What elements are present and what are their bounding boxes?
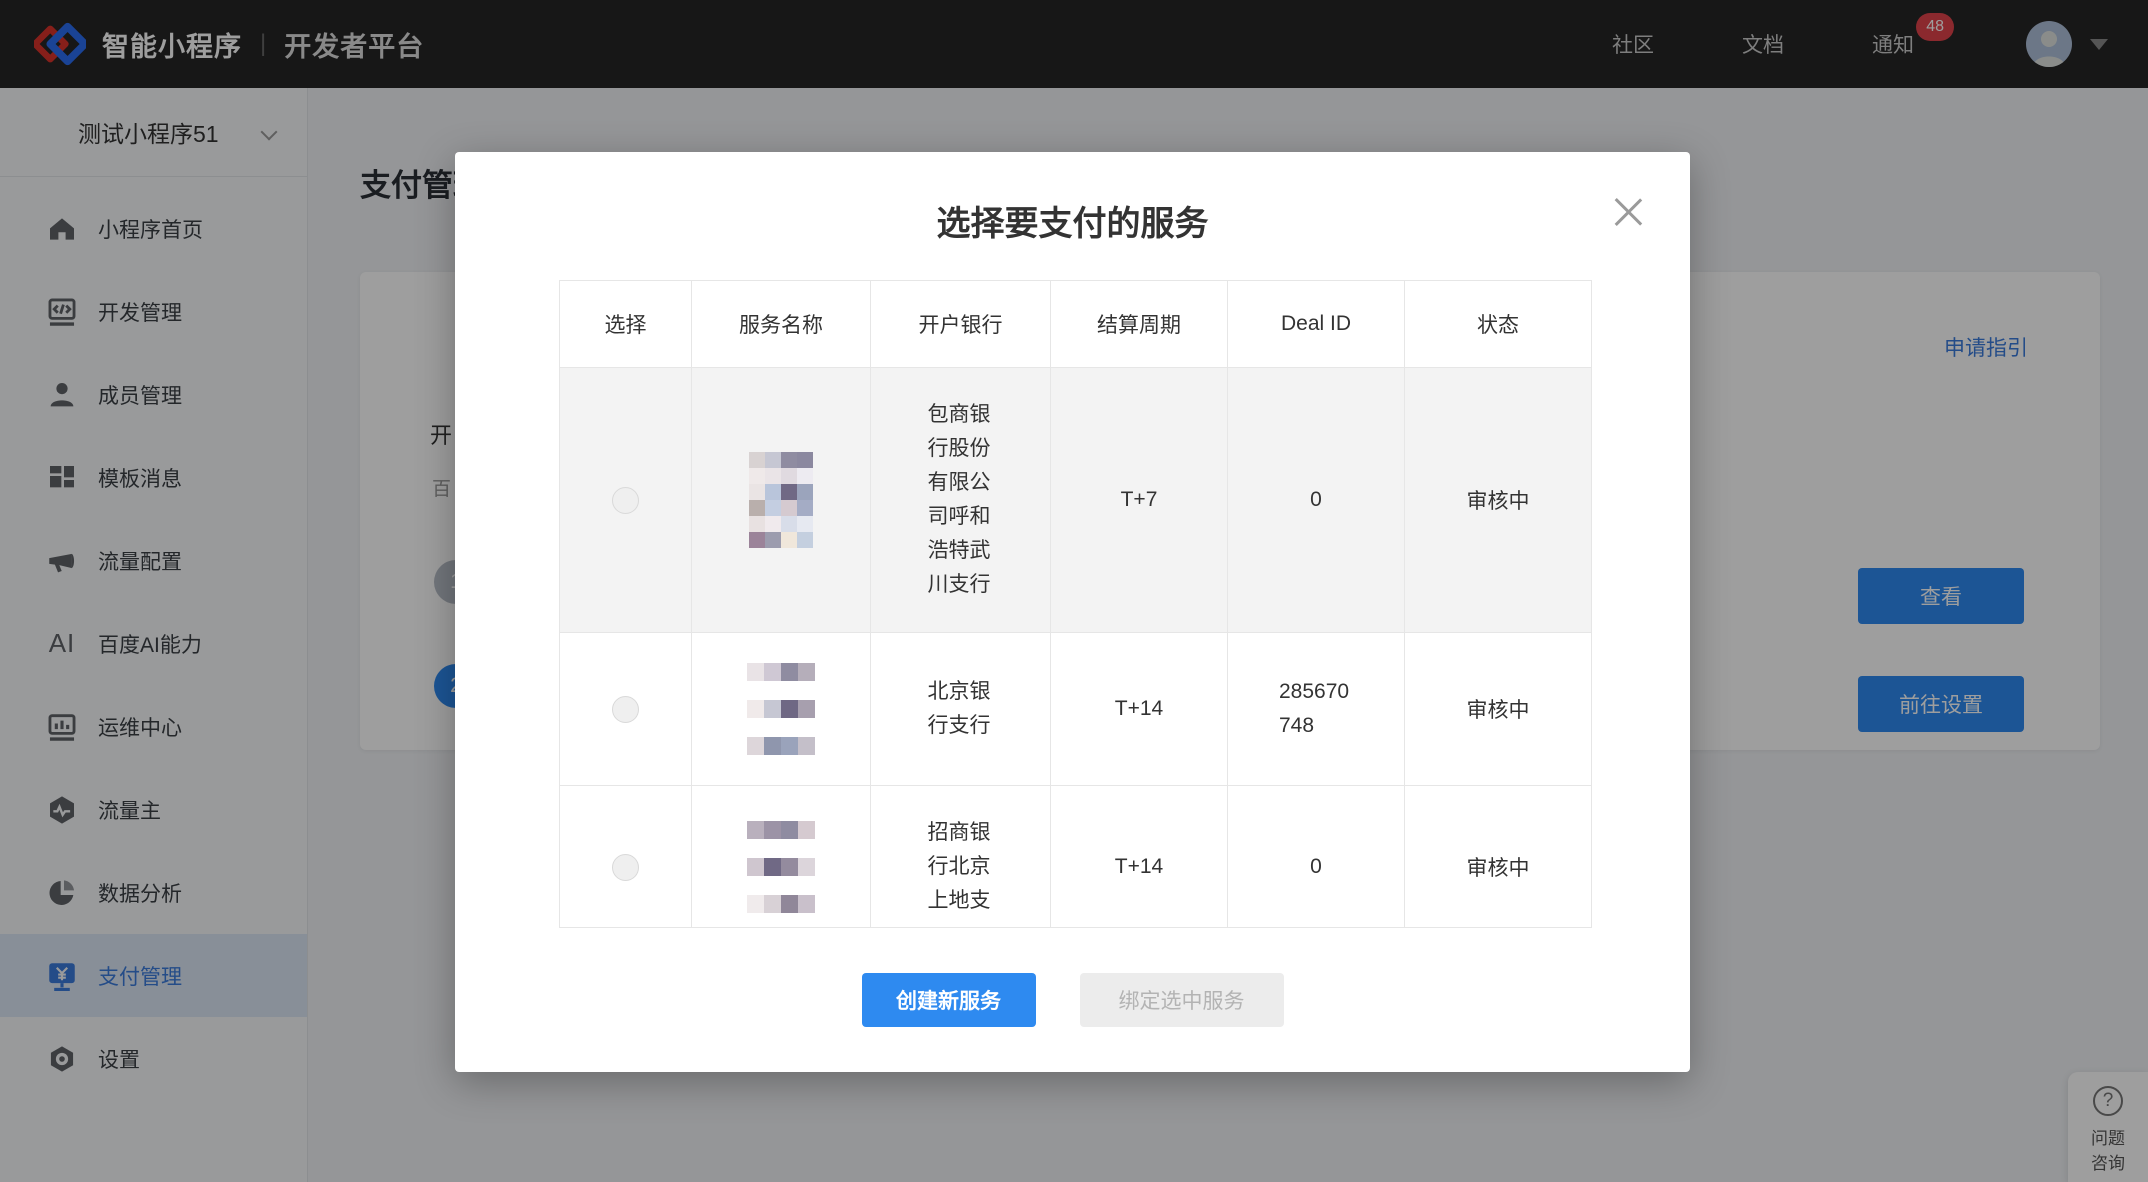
status-cell: 审核中 <box>1405 368 1591 632</box>
column-header: 状态 <box>1405 281 1591 367</box>
service-row-3: 招商银行北京上地支 T+14 0 审核中 <box>560 785 1591 928</box>
cycle-cell: T+14 <box>1051 633 1228 785</box>
close-icon[interactable] <box>1608 192 1648 232</box>
service-radio[interactable] <box>612 696 639 723</box>
service-table: 选择服务名称开户银行结算周期Deal ID状态 包商银行股份有限公司呼和浩特武川… <box>559 280 1592 928</box>
deal-id-cell: 285670748 <box>1279 675 1353 743</box>
select-service-modal: 选择要支付的服务 选择服务名称开户银行结算周期Deal ID状态 包商银行股份有… <box>455 152 1690 1072</box>
column-header: 结算周期 <box>1051 281 1228 367</box>
redacted-service-name <box>747 663 815 755</box>
service-row-2: 北京银行支行 T+14 285670748 审核中 <box>560 632 1591 785</box>
column-header: 选择 <box>560 281 692 367</box>
service-radio[interactable] <box>612 854 639 881</box>
modal-title: 选择要支付的服务 <box>455 196 1690 245</box>
column-header: Deal ID <box>1228 281 1405 367</box>
bank-cell: 北京银行支行 <box>928 675 994 743</box>
column-header: 开户银行 <box>871 281 1051 367</box>
status-cell: 审核中 <box>1405 633 1591 785</box>
column-header: 服务名称 <box>692 281 871 367</box>
redacted-service-name <box>749 452 813 548</box>
deal-id-cell: 0 <box>1310 850 1322 884</box>
bind-selected-button[interactable]: 绑定选中服务 <box>1080 973 1284 1027</box>
service-radio[interactable] <box>612 487 639 514</box>
redacted-service-name <box>747 821 815 913</box>
cycle-cell: T+7 <box>1051 368 1228 632</box>
bank-cell: 招商银行北京上地支 <box>928 816 994 918</box>
status-cell: 审核中 <box>1405 786 1591 928</box>
service-row-1: 包商银行股份有限公司呼和浩特武川支行 T+7 0 审核中 <box>560 367 1591 632</box>
table-header-row: 选择服务名称开户银行结算周期Deal ID状态 <box>560 281 1591 367</box>
bank-cell: 包商银行股份有限公司呼和浩特武川支行 <box>928 398 994 602</box>
deal-id-cell: 0 <box>1310 483 1322 517</box>
cycle-cell: T+14 <box>1051 786 1228 928</box>
create-service-button[interactable]: 创建新服务 <box>862 973 1036 1027</box>
